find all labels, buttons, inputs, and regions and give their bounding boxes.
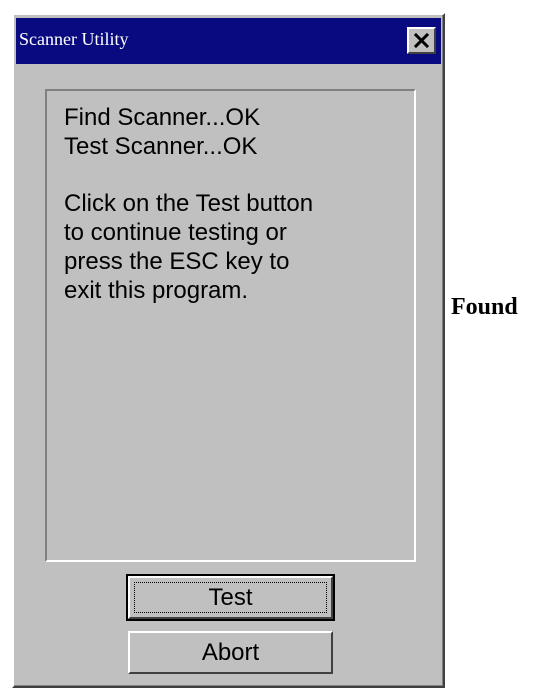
instruction-line-2: to continue testing or <box>64 219 287 246</box>
status-message-panel: Find Scanner...OK Test Scanner...OK Clic… <box>45 89 416 562</box>
instruction-line-4: exit this program. <box>64 277 249 304</box>
scanner-utility-window: Scanner Utility Find Scanner...OK Test S… <box>12 13 445 688</box>
window-title: Scanner Utility <box>19 29 129 49</box>
test-scanner-status: Test Scanner...OK <box>64 133 258 160</box>
instruction-line-1: Click on the Test button <box>64 190 314 217</box>
title-bar[interactable]: Scanner Utility <box>16 18 441 64</box>
close-button[interactable] <box>407 27 436 54</box>
abort-button[interactable]: Abort <box>128 631 333 674</box>
instruction-line-3: press the ESC key to <box>64 248 290 275</box>
status-message-text: Find Scanner...OK Test Scanner...OK Clic… <box>64 103 406 305</box>
test-button[interactable]: Test <box>126 574 335 621</box>
found-caption: Found <box>451 294 518 320</box>
close-icon <box>413 32 430 49</box>
message-spacer <box>64 161 406 189</box>
find-scanner-status: Find Scanner...OK <box>64 104 261 131</box>
